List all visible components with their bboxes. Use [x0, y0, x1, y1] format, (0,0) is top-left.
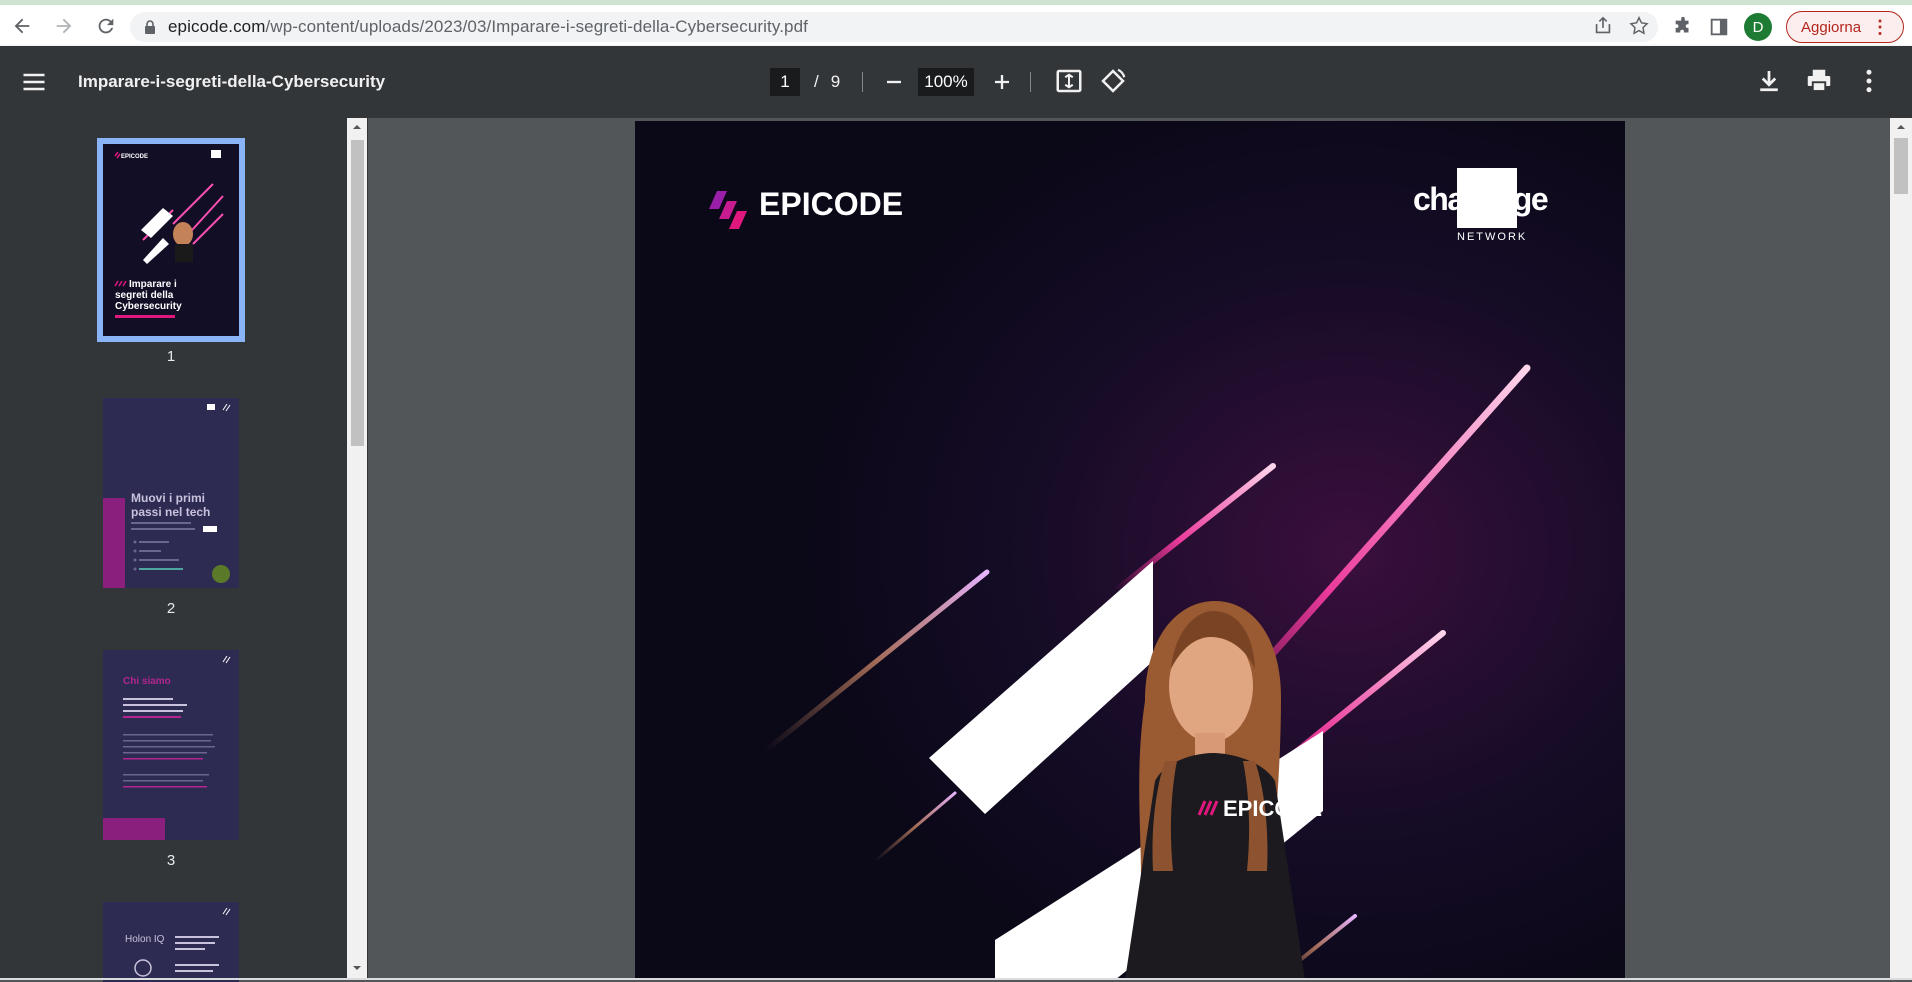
thumb1-heading-line1: Imparare i [129, 279, 177, 290]
viewer-scrollbar-thumb[interactable] [1894, 138, 1908, 194]
zoom-in-icon[interactable] [988, 68, 1016, 96]
update-button[interactable]: Aggiorna ⋮ [1786, 11, 1905, 43]
scroll-down-arrow-icon[interactable] [350, 963, 364, 973]
thumbnail-image: Holon IQ [103, 902, 239, 982]
thumbnail-page-2[interactable]: Muovi i primi passi nel tech 2 [96, 398, 246, 617]
thumbnail-sidebar: EPICODE Imparare i segreti della Cyberse… [0, 118, 368, 982]
brand-name: EPICODE [759, 186, 903, 222]
current-page-input[interactable]: 1 [770, 68, 800, 96]
reload-icon [98, 18, 114, 33]
partner-name: challenge [1413, 181, 1548, 217]
reload-button[interactable] [86, 6, 126, 46]
side-panel-icon[interactable] [1708, 16, 1730, 38]
more-options-icon[interactable] [1854, 66, 1884, 96]
browser-toolbar: epicode.com/wp-content/uploads/2023/03/I… [0, 0, 1912, 46]
page3-thumbnail-art: Chi siamo [103, 650, 239, 840]
arrow-left-icon [14, 18, 30, 33]
bookmark-star-icon[interactable] [1628, 15, 1650, 37]
thumbnail-image: EPICODE Imparare i segreti della Cyberse… [97, 138, 245, 342]
divider [1030, 72, 1031, 92]
url-path: /wp-content/uploads/2023/03/Imparare-i-s… [265, 17, 808, 36]
document-title: Imparare-i-segreti-della-Cybersecurity [78, 72, 386, 91]
page-selector: 1 / 9 [770, 68, 840, 96]
cover-thumbnail-art: EPICODE Imparare i segreti della Cyberse… [103, 144, 239, 336]
shirt-logo-text: EPICODE [1223, 796, 1322, 821]
divider [862, 72, 863, 92]
sidebar-scrollbar-thumb[interactable] [351, 140, 364, 446]
url-text: epicode.com/wp-content/uploads/2023/03/I… [168, 17, 808, 37]
scroll-up-arrow-icon[interactable] [1894, 122, 1908, 132]
rotate-icon[interactable] [1098, 66, 1128, 96]
svg-text:segreti della: segreti della [115, 290, 174, 301]
cover-page-art: EPICODE challenge NETWORK EPICODE [635, 121, 1625, 980]
back-button[interactable] [2, 6, 42, 46]
zoom-out-icon[interactable] [880, 68, 908, 96]
print-icon[interactable] [1804, 66, 1834, 96]
svg-text:Chi siamo: Chi siamo [123, 676, 171, 687]
pdf-page-1: EPICODE challenge NETWORK EPICODE [635, 121, 1625, 980]
thumbnail-page-number: 3 [166, 852, 176, 869]
address-bar[interactable]: epicode.com/wp-content/uploads/2023/03/I… [130, 12, 1658, 42]
url-host: epicode.com [168, 17, 266, 36]
page2-thumbnail-art: Muovi i primi passi nel tech [103, 398, 239, 588]
lock-icon [145, 20, 155, 34]
share-icon[interactable] [1592, 15, 1614, 37]
kebab-menu-icon: ⋮ [1871, 17, 1890, 37]
extensions-puzzle-icon[interactable] [1672, 16, 1694, 38]
total-pages: 9 [830, 72, 841, 91]
page-separator: / [814, 72, 819, 91]
svg-text:EPICODE: EPICODE [121, 154, 148, 160]
hamburger-menu-icon[interactable] [20, 68, 48, 96]
viewer-scrollbar[interactable] [1890, 118, 1912, 980]
svg-text:Muovi i primi: Muovi i primi [131, 491, 205, 505]
thumbnail-page-number: 1 [166, 348, 176, 365]
thumbnail-page-1[interactable]: EPICODE Imparare i segreti della Cyberse… [96, 138, 246, 365]
thumbnail-image: Muovi i primi passi nel tech [103, 398, 239, 588]
thumbnail-page-4[interactable]: Holon IQ [96, 902, 246, 982]
update-label: Aggiorna [1801, 18, 1862, 36]
partner-sub: NETWORK [1457, 231, 1527, 243]
download-icon[interactable] [1754, 66, 1784, 96]
profile-avatar[interactable]: D [1744, 13, 1772, 41]
thumbnail-page-number: 2 [166, 600, 176, 617]
zoom-level-input[interactable]: 100% [918, 68, 974, 96]
thumbnail-page-3[interactable]: Chi siamo 3 [96, 650, 246, 869]
arrow-right-icon [56, 18, 72, 33]
scroll-up-arrow-icon[interactable] [350, 122, 364, 132]
svg-text:Cybersecurity: Cybersecurity [115, 301, 182, 312]
fit-to-page-icon[interactable] [1054, 66, 1084, 96]
thumbnail-image: Chi siamo [103, 650, 239, 840]
forward-button[interactable] [44, 6, 84, 46]
svg-text:passi nel tech: passi nel tech [131, 505, 210, 519]
page4-thumbnail-art: Holon IQ [103, 902, 239, 982]
svg-text:Holon IQ: Holon IQ [125, 934, 165, 945]
pdf-toolbar: Imparare-i-segreti-della-Cybersecurity 1… [0, 46, 1912, 118]
